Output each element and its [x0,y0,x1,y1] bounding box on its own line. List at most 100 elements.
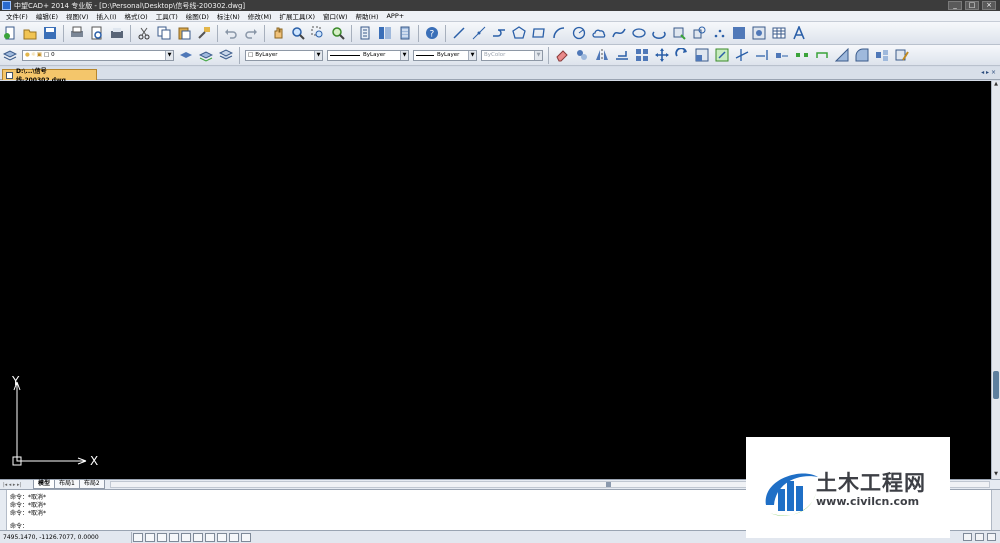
arc-tool[interactable] [550,24,568,42]
spline-tool[interactable] [610,24,628,42]
line-tool[interactable] [450,24,468,42]
layer-current-button[interactable] [177,46,195,64]
scale-tool[interactable] [693,46,711,64]
tab-model[interactable]: 模型 [33,480,56,489]
zoom-window-button[interactable] [309,24,327,42]
erase-tool[interactable] [553,46,571,64]
linetype-combobox[interactable]: ByLayer ▼ [327,49,409,61]
status-menu-chevron-icon[interactable] [987,533,996,541]
document-tab[interactable]: D:\...\信号线-200302.dwg [2,68,97,84]
command-scrollbar[interactable] [991,490,1000,531]
point-tool[interactable] [710,24,728,42]
new-file-button[interactable] [1,24,19,42]
menu-tools[interactable]: 工具(T) [152,11,182,21]
extend-tool[interactable] [753,46,771,64]
move-tool[interactable] [653,46,671,64]
menu-window[interactable]: 窗口(W) [319,11,352,21]
copy-object-tool[interactable] [573,46,591,64]
menu-format[interactable]: 格式(O) [121,11,152,21]
circle-tool[interactable] [570,24,588,42]
osnap-toggle[interactable] [181,532,191,542]
insert-block-tool[interactable] [670,24,688,42]
ellipse-tool[interactable] [630,24,648,42]
redo-button[interactable] [242,24,260,42]
print-button[interactable] [68,24,86,42]
array-tool[interactable] [633,46,651,64]
layer-combobox[interactable]: ● ☼ ▣ □ 0 ▼ [22,49,174,61]
tab-layout2[interactable]: 布局2 [78,480,105,489]
polyline-tool[interactable] [490,24,508,42]
ellipse-arc-tool[interactable] [650,24,668,42]
annotation-scale-icon[interactable] [963,533,972,541]
hscroll-thumb[interactable] [606,482,611,487]
design-center-button[interactable] [376,24,394,42]
offset-tool[interactable] [613,46,631,64]
trim-tool[interactable] [733,46,751,64]
print-preview-button[interactable] [88,24,106,42]
undo-button[interactable] [222,24,240,42]
hatch-tool[interactable] [730,24,748,42]
menu-dimension[interactable]: 标注(N) [213,11,244,21]
rectangle-tool[interactable] [530,24,548,42]
tool-palette-button[interactable] [396,24,414,42]
layer-manager-button[interactable] [1,46,19,64]
table-tool[interactable] [770,24,788,42]
quick-properties-toggle[interactable] [241,532,251,542]
polygon-tool[interactable] [510,24,528,42]
cut-button[interactable] [135,24,153,42]
menu-edit[interactable]: 编辑(E) [32,11,62,21]
zoom-realtime-button[interactable] [289,24,307,42]
paste-button[interactable] [175,24,193,42]
menu-draw[interactable]: 绘图(D) [182,11,213,21]
scroll-down-icon[interactable]: ▼ [992,471,1000,479]
chamfer-tool[interactable] [833,46,851,64]
make-block-tool[interactable] [690,24,708,42]
mirror-tool[interactable] [593,46,611,64]
rotate-tool[interactable] [673,46,691,64]
zoom-previous-button[interactable] [329,24,347,42]
layer-previous-button[interactable] [197,46,215,64]
match-properties-button[interactable] [195,24,213,42]
save-button[interactable] [41,24,59,42]
layer-states-button[interactable] [217,46,235,64]
region-tool[interactable] [750,24,768,42]
stretch-tool[interactable] [713,46,731,64]
layout-tab-navigation[interactable]: |◂ ◂ ▸ ▸| [3,482,33,488]
maximize-button[interactable]: □ [965,1,979,10]
command-window-grip[interactable] [0,490,7,531]
dynamic-input-toggle[interactable] [229,532,239,542]
snap-toggle[interactable] [133,532,143,542]
scroll-thumb[interactable] [993,371,999,399]
construction-line-tool[interactable] [470,24,488,42]
fillet-tool[interactable] [853,46,871,64]
revision-cloud-tool[interactable] [590,24,608,42]
explode-tool[interactable] [873,46,891,64]
menu-help[interactable]: 帮助(H) [352,11,383,21]
menu-insert[interactable]: 插入(I) [93,11,121,21]
polar-toggle[interactable] [169,532,179,542]
otrack-toggle[interactable] [193,532,203,542]
help-button[interactable]: ? [423,24,441,42]
plot-button[interactable] [108,24,126,42]
menu-file[interactable]: 文件(F) [2,11,32,21]
text-tool[interactable] [790,24,808,42]
color-combobox[interactable]: □ ByLayer ▼ [245,49,323,61]
menu-extended-tools[interactable]: 扩展工具(X) [275,11,319,21]
lineweight-combobox[interactable]: ByLayer ▼ [413,49,477,61]
menu-app[interactable]: APP+ [382,12,408,20]
scroll-up-icon[interactable]: ▲ [992,81,1000,89]
vertical-scrollbar[interactable]: ▲ ▼ [991,81,1000,479]
minimize-button[interactable]: _ [948,1,962,10]
close-button[interactable]: × [982,1,996,10]
model-toggle[interactable] [217,532,227,542]
grid-toggle[interactable] [145,532,155,542]
lineweight-toggle[interactable] [205,532,215,542]
workspace-gear-icon[interactable] [975,533,984,541]
menu-modify[interactable]: 修改(M) [244,11,276,21]
open-button[interactable] [21,24,39,42]
edit-properties-tool[interactable] [893,46,911,64]
drawing-canvas[interactable]: Y X [0,81,991,479]
join-tool[interactable] [813,46,831,64]
break-tool[interactable] [793,46,811,64]
break-point-tool[interactable] [773,46,791,64]
